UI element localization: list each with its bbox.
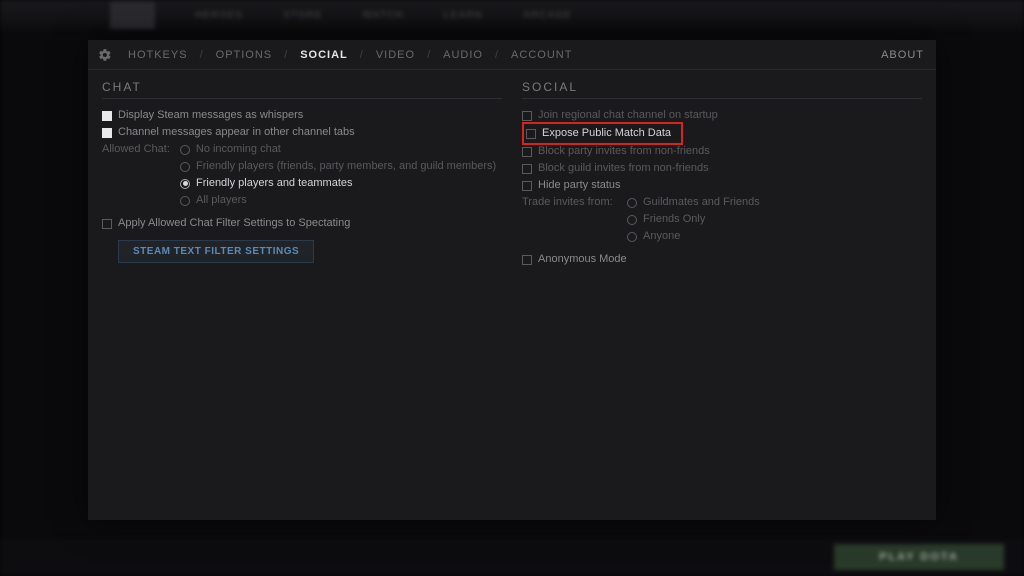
opt-display-whispers[interactable]: Display Steam messages as whispers [102,107,502,124]
tab-account[interactable]: ACCOUNT [509,49,574,61]
tab-social[interactable]: SOCIAL [298,49,350,61]
opt-anonymous[interactable]: Anonymous Mode [522,251,922,268]
settings-panel: HOTKEYS / OPTIONS / SOCIAL / VIDEO / AUD… [88,40,936,520]
radio-trade-anyone[interactable] [627,232,637,242]
steam-filter-button[interactable]: STEAM TEXT FILTER SETTINGS [118,240,314,263]
checkbox-icon[interactable] [522,181,532,191]
game-logo [110,1,155,29]
settings-tabs: HOTKEYS / OPTIONS / SOCIAL / VIDEO / AUD… [88,40,936,70]
radio-friendly[interactable] [180,162,190,172]
opt-channel-tabs[interactable]: Channel messages appear in other channel… [102,124,502,141]
radio-teammates[interactable] [180,179,190,189]
radio-trade-friends[interactable] [627,215,637,225]
checkbox-icon[interactable] [522,147,532,157]
tab-hotkeys[interactable]: HOTKEYS [126,49,190,61]
tab-options[interactable]: OPTIONS [214,49,275,61]
gear-icon[interactable] [98,48,112,62]
tab-about[interactable]: ABOUT [879,49,926,61]
radio-all[interactable] [180,196,190,206]
checkbox-icon[interactable] [102,111,112,121]
social-header: SOCIAL [522,80,922,99]
checkbox-icon[interactable] [522,111,532,121]
opt-block-party[interactable]: Block party invites from non-friends [522,143,922,160]
expose-public-highlight[interactable]: Expose Public Match Data [522,122,683,145]
topnav-watch: WATCH [363,10,404,21]
checkbox-icon[interactable] [102,128,112,138]
bottom-bar-blurred: PLAY DOTA [0,538,1024,576]
top-nav-blurred: HEROES STORE WATCH LEARN ARCADE [0,0,1024,30]
radio-no-incoming[interactable] [180,145,190,155]
chat-section: CHAT Display Steam messages as whispers … [102,80,502,268]
play-button: PLAY DOTA [834,544,1004,570]
checkbox-icon[interactable] [102,219,112,229]
topnav-heroes: HEROES [195,10,243,21]
checkbox-icon[interactable] [526,129,536,139]
tab-audio[interactable]: AUDIO [441,49,485,61]
topnav-arcade: ARCADE [523,10,572,21]
chat-header: CHAT [102,80,502,99]
opt-hide-party[interactable]: Hide party status [522,177,922,194]
topnav-store: STORE [283,10,322,21]
tab-video[interactable]: VIDEO [374,49,417,61]
allowed-chat-label: Allowed Chat: [102,141,170,158]
opt-apply-spectating[interactable]: Apply Allowed Chat Filter Settings to Sp… [102,215,502,232]
trade-invites-label: Trade invites from: [522,194,617,211]
checkbox-icon[interactable] [522,164,532,174]
opt-block-guild[interactable]: Block guild invites from non-friends [522,160,922,177]
radio-trade-guild[interactable] [627,198,637,208]
social-section: SOCIAL Join regional chat channel on sta… [522,80,922,268]
topnav-learn: LEARN [443,10,482,21]
checkbox-icon[interactable] [522,255,532,265]
